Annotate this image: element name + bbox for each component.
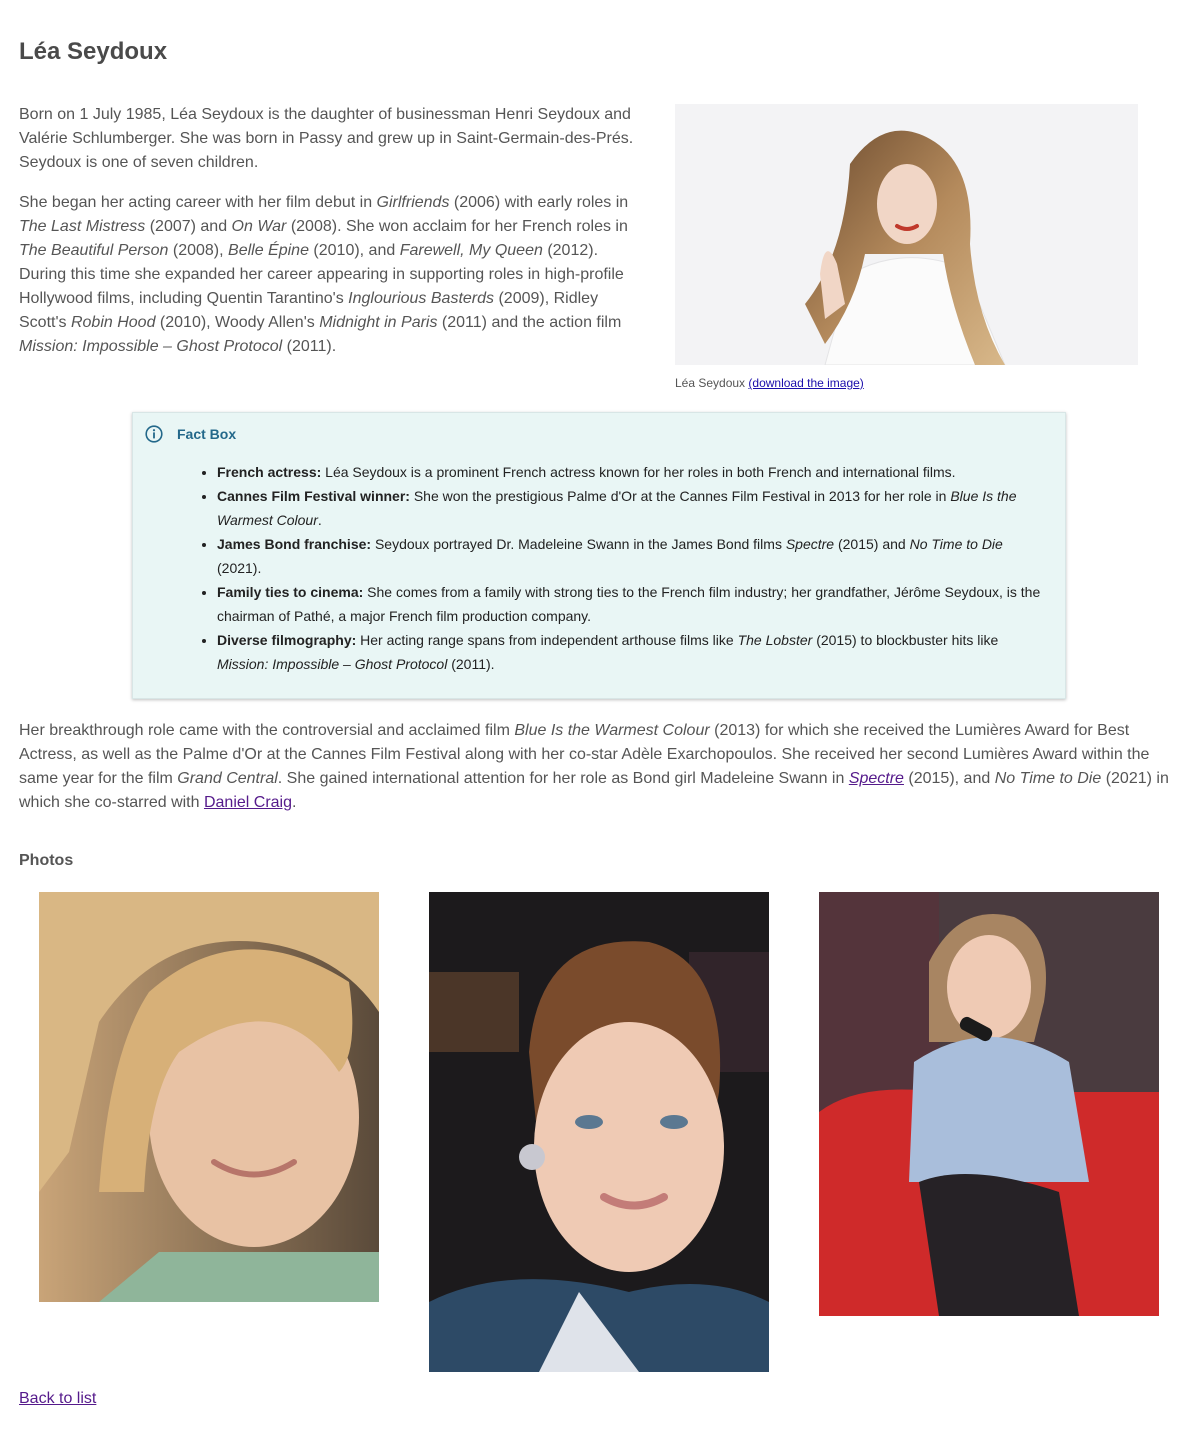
film-title: Blue Is the Warmest Colour	[514, 722, 710, 739]
intro-text: Born on 1 July 1985, Léa Seydoux is the …	[19, 103, 644, 375]
fact-label: French actress:	[217, 464, 322, 480]
text-segment: (2010), Woody Allen's	[155, 314, 320, 331]
fact-label: Cannes Film Festival winner:	[217, 488, 410, 504]
photo-1[interactable]	[39, 892, 379, 1302]
photo-3[interactable]	[819, 892, 1159, 1316]
fact-text: (2021).	[217, 560, 262, 576]
intro-paragraph-2: She began her acting career with her fil…	[19, 191, 644, 359]
fact-item: French actress: Léa Seydoux is a promine…	[217, 460, 1044, 484]
intro-paragraph-1: Born on 1 July 1985, Léa Seydoux is the …	[19, 106, 634, 171]
caption-text: Léa Seydoux	[675, 376, 746, 390]
fact-box-title: Fact Box	[177, 426, 237, 442]
film-title: The Beautiful Person	[19, 242, 169, 259]
fact-list: French actress: Léa Seydoux is a promine…	[194, 460, 1044, 676]
photos-heading: Photos	[19, 852, 74, 869]
fact-text: Léa Seydoux is a prominent French actres…	[321, 464, 956, 480]
film-title: Inglourious Basterds	[348, 290, 495, 307]
film-title: The Lobster	[737, 632, 813, 648]
text-segment: (2011).	[282, 338, 337, 355]
fact-label: James Bond franchise:	[217, 536, 372, 552]
text-segment: (2007) and	[145, 218, 232, 235]
film-title: No Time to Die	[909, 536, 1003, 552]
info-circle-icon	[145, 425, 163, 443]
text-segment: (2006) with early roles in	[449, 194, 629, 211]
spectre-link-label[interactable]: Spectre	[849, 770, 904, 787]
fact-item: Diverse filmography: Her acting range sp…	[217, 628, 1044, 676]
text-segment: (2008),	[168, 242, 229, 259]
text-segment: (2008). She won acclaim for her French r…	[286, 218, 628, 235]
fact-text: (2015) and	[834, 536, 910, 552]
text-segment: Her breakthrough role came with the cont…	[19, 722, 515, 739]
fact-item: James Bond franchise: Seydoux portrayed …	[217, 532, 1044, 580]
fact-label: Diverse filmography:	[217, 632, 357, 648]
film-title: Midnight in Paris	[319, 314, 438, 331]
fact-text: (2011).	[447, 656, 495, 672]
photo-2[interactable]	[429, 892, 769, 1372]
daniel-craig-link[interactable]: Daniel Craig	[204, 794, 292, 811]
film-title: On War	[231, 218, 287, 235]
text-segment: . She gained international attention for…	[277, 770, 849, 787]
hero-caption: Léa Seydoux (download the image)	[675, 376, 864, 390]
film-title: Spectre	[785, 536, 835, 552]
text-segment: (2015), and	[903, 770, 995, 787]
film-title: Mission: Impossible – Ghost Protocol	[19, 338, 283, 355]
fact-text: She won the prestigious Palme d'Or at th…	[409, 488, 951, 504]
film-title: The Last Mistress	[19, 218, 146, 235]
breakthrough-paragraph: Her breakthrough role came with the cont…	[19, 719, 1179, 815]
fact-text: (2015) to blockbuster hits like	[812, 632, 999, 648]
fact-text: Seydoux portrayed Dr. Madeleine Swann in…	[371, 536, 786, 552]
fact-item: Cannes Film Festival winner: She won the…	[217, 484, 1044, 532]
film-title: Grand Central	[177, 770, 278, 787]
hero-portrait-image	[675, 104, 1138, 365]
film-title: Girlfriends	[376, 194, 450, 211]
text-segment: (2011) and the action film	[437, 314, 622, 331]
download-image-link[interactable]: (download the image)	[748, 376, 863, 390]
film-title: Robin Hood	[70, 314, 156, 331]
text-segment: (2010), and	[308, 242, 400, 259]
text-segment: .	[292, 794, 297, 811]
spectre-link[interactable]: Spectre	[849, 770, 904, 787]
film-title: Belle Épine	[228, 242, 309, 259]
fact-text: .	[317, 512, 322, 528]
film-title: Mission: Impossible – Ghost Protocol	[217, 656, 448, 672]
fact-label: Family ties to cinema:	[217, 584, 364, 600]
film-title: No Time to Die	[994, 770, 1102, 787]
fact-box: Fact Box French actress: Léa Seydoux is …	[132, 412, 1066, 699]
fact-item: Family ties to cinema: She comes from a …	[217, 580, 1044, 628]
text-segment: She began her acting career with her fil…	[19, 194, 377, 211]
back-to-list-link[interactable]: Back to list	[19, 1390, 96, 1408]
fact-text: Her acting range spans from independent …	[356, 632, 738, 648]
fact-box-header: Fact Box	[145, 425, 236, 443]
film-title: Farewell, My Queen	[399, 242, 543, 259]
page-title: Léa Seydoux	[19, 38, 168, 65]
